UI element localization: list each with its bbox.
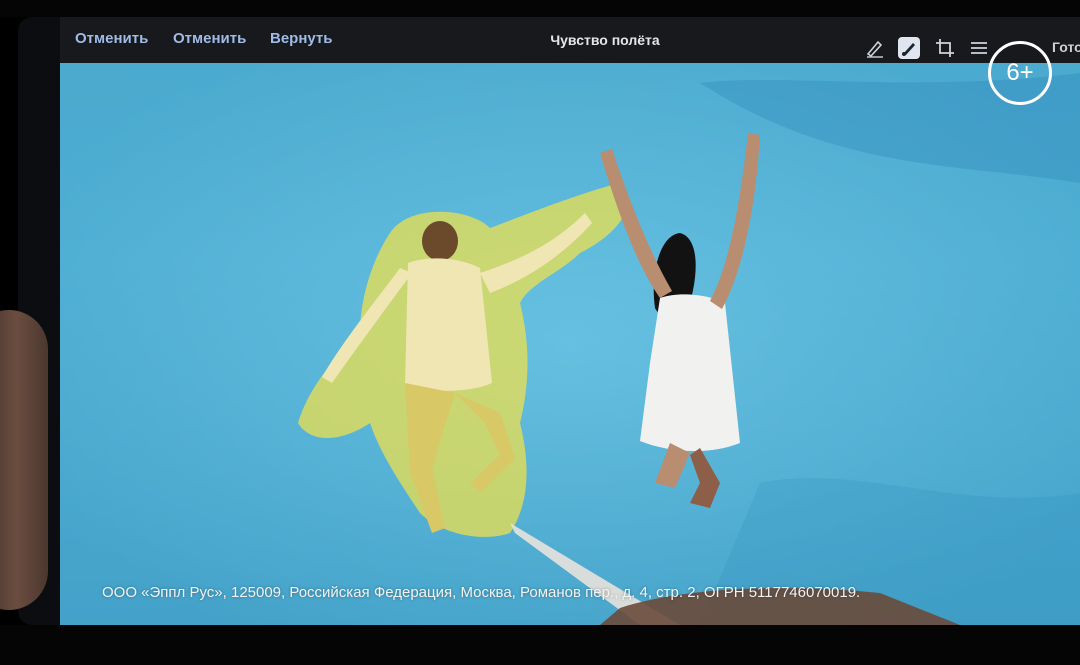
markup-pen-icon[interactable] bbox=[864, 37, 886, 59]
done-button[interactable]: Гото bbox=[1052, 39, 1080, 55]
video-frame: Отменить Отменить Вернуть Чувство полёта… bbox=[0, 0, 1080, 665]
document-title: Чувство полёта bbox=[550, 32, 660, 48]
brush-icon[interactable] bbox=[898, 37, 920, 59]
legal-disclaimer: ООО «Эппл Рус», 125009, Российская Федер… bbox=[102, 584, 861, 601]
age-rating-badge: 6+ bbox=[988, 41, 1052, 105]
hand-finger bbox=[0, 310, 48, 610]
photo-canvas[interactable] bbox=[60, 63, 1080, 625]
letterbox-top bbox=[0, 0, 1080, 17]
letterbox-bottom bbox=[0, 625, 1080, 665]
photo-editor-toolbar: Отменить Отменить Вернуть Чувство полёта… bbox=[60, 17, 1080, 63]
crop-icon[interactable] bbox=[934, 37, 956, 59]
photo-scene bbox=[60, 63, 1080, 625]
adjust-sliders-icon[interactable] bbox=[968, 37, 990, 59]
